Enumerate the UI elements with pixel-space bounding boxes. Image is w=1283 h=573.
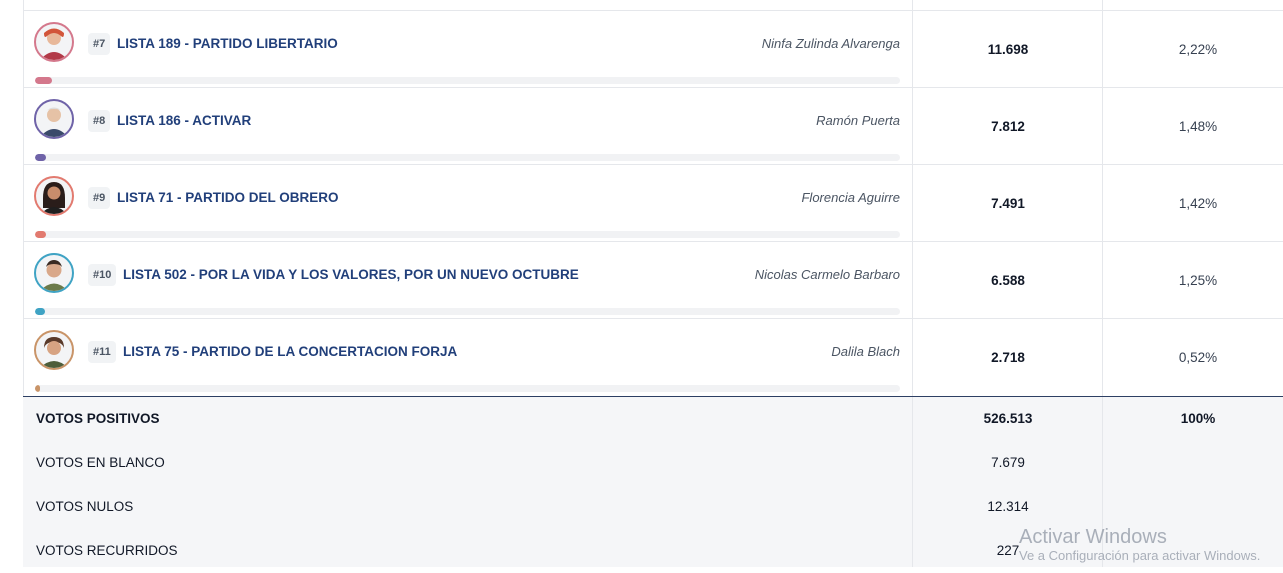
summary-votes: 7.679 [991,455,1025,470]
rank-badge: #8 [88,110,111,132]
candidate-avatar [34,330,74,370]
table-row[interactable]: #9 LISTA 71 - PARTIDO DEL OBRERO Florenc… [23,165,1283,242]
vote-percent: 1,42% [1178,196,1218,211]
summary-percent: 100% [1180,411,1216,426]
rank-badge: #10 [88,264,117,286]
candidate-avatar [34,22,74,62]
summary-votes: 526.513 [983,411,1033,426]
candidate-avatar [34,253,74,293]
table-row[interactable]: #8 LISTA 186 - ACTIVAR Ramón Puerta 7.81… [23,88,1283,165]
vote-share-bar [35,385,900,392]
vote-share-bar [35,231,900,238]
summary-label: VOTOS POSITIVOS [36,411,160,426]
vote-count: 7.491 [991,196,1025,211]
candidate-photo-icon [40,107,68,137]
vote-count: 6.588 [991,273,1025,288]
candidate-photo-icon [40,337,68,368]
table-row[interactable]: #7 LISTA 189 - PARTIDO LIBERTARIO Ninfa … [23,11,1283,88]
vote-share-bar [35,154,900,161]
summary-row-blank: VOTOS EN BLANCO 7.679 [23,441,1283,485]
rank-badge: #9 [88,187,111,209]
vote-count: 11.698 [987,42,1029,57]
rank-badge: #7 [88,33,111,55]
party-name[interactable]: LISTA 71 - PARTIDO DEL OBRERO [117,187,339,209]
vote-count: 7.812 [991,119,1025,134]
table-row[interactable]: #10 LISTA 502 - POR LA VIDA Y LOS VALORE… [23,242,1283,319]
candidate-name: Nicolas Carmelo Barbaro [754,267,900,282]
summary-row-null: VOTOS NULOS 12.314 [23,485,1283,529]
vote-share-fill [35,385,40,392]
summary-row-positive: VOTOS POSITIVOS 526.513 100% [23,397,1283,441]
summary-label: VOTOS EN BLANCO [36,455,165,470]
vote-percent: 1,48% [1178,119,1218,134]
party-name[interactable]: LISTA 186 - ACTIVAR [117,110,251,132]
summary-votes: 12.314 [987,499,1029,514]
candidate-name: Ninfa Zulinda Alvarenga [761,36,900,51]
candidate-name: Ramón Puerta [816,113,900,128]
vote-percent: 2,22% [1178,42,1218,57]
candidate-photo-icon [40,28,68,60]
vote-share-fill [35,77,52,84]
party-name[interactable]: LISTA 189 - PARTIDO LIBERTARIO [117,33,338,55]
party-name[interactable]: LISTA 502 - POR LA VIDA Y LOS VALORES, P… [123,264,579,286]
party-name[interactable]: LISTA 75 - PARTIDO DE LA CONCERTACION FO… [123,341,457,363]
vote-count: 2.718 [991,350,1025,365]
candidate-avatar [34,99,74,139]
vote-percent: 0,52% [1178,350,1218,365]
windows-activation-watermark: Activar Windows [1019,526,1167,548]
rank-badge: #11 [88,341,116,363]
summary-label: VOTOS RECURRIDOS [36,543,178,558]
vote-share-bar [35,77,900,84]
candidate-name: Dalila Blach [831,344,900,359]
vote-percent: 1,25% [1178,273,1218,288]
vote-share-bar [35,308,900,315]
candidate-avatar [34,176,74,216]
candidate-photo-icon [41,182,67,214]
vote-share-fill [35,154,47,161]
vote-share-fill [35,308,45,315]
candidate-photo-icon [40,260,68,291]
candidate-name: Florencia Aguirre [801,190,900,205]
summary-label: VOTOS NULOS [36,499,134,514]
table-row[interactable]: #11 LISTA 75 - PARTIDO DE LA CONCERTACIO… [23,319,1283,396]
windows-activation-subtitle: Ve a Configuración para activar Windows. [1019,549,1261,563]
vote-share-fill [35,231,46,238]
